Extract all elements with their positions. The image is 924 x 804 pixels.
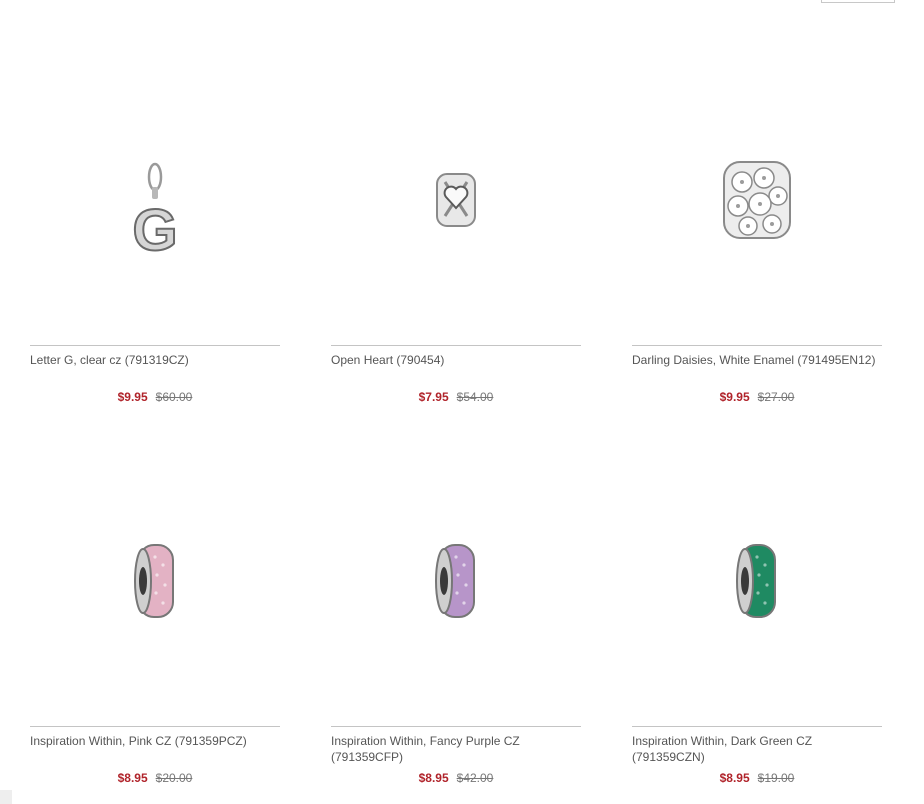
product-image-link[interactable] bbox=[331, 456, 581, 706]
product-name-link[interactable]: Open Heart (790454) bbox=[331, 352, 581, 368]
product-image-link[interactable] bbox=[632, 74, 882, 324]
product-name-link[interactable]: Darling Daisies, White Enamel (791495EN1… bbox=[632, 352, 882, 368]
price-row: $8.95 $42.00 bbox=[331, 771, 581, 785]
sale-price: $8.95 bbox=[117, 771, 148, 785]
sale-price: $8.95 bbox=[418, 771, 449, 785]
card-divider bbox=[30, 726, 280, 727]
price-row: $9.95 $27.00 bbox=[632, 390, 882, 404]
open-heart-charm-icon bbox=[436, 173, 476, 227]
card-divider bbox=[331, 345, 581, 346]
product-name-link[interactable]: Inspiration Within, Dark Green CZ (79135… bbox=[632, 733, 882, 765]
product-image-link[interactable]: G bbox=[30, 74, 280, 324]
price-row: $7.95 $54.00 bbox=[331, 390, 581, 404]
product-image-link[interactable] bbox=[30, 456, 280, 706]
product-image-link[interactable] bbox=[632, 456, 882, 706]
sort-dropdown[interactable] bbox=[821, 0, 895, 3]
pink-pave-spacer-icon bbox=[134, 544, 174, 618]
daisy-spacer-charm-icon bbox=[723, 161, 791, 239]
scroll-edge bbox=[0, 790, 12, 804]
product-name-link[interactable]: Inspiration Within, Pink CZ (791359PCZ) bbox=[30, 733, 280, 749]
sale-price: $8.95 bbox=[719, 771, 750, 785]
original-price: $20.00 bbox=[155, 771, 193, 785]
sale-price: $9.95 bbox=[719, 390, 750, 404]
price-row: $8.95 $19.00 bbox=[632, 771, 882, 785]
card-divider bbox=[632, 726, 882, 727]
price-row: $9.95 $60.00 bbox=[30, 390, 280, 404]
price-row: $8.95 $20.00 bbox=[30, 771, 280, 785]
original-price: $54.00 bbox=[456, 390, 494, 404]
sale-price: $7.95 bbox=[418, 390, 449, 404]
product-image-link[interactable] bbox=[331, 74, 581, 324]
svg-text:G: G bbox=[132, 198, 177, 259]
card-divider bbox=[30, 345, 280, 346]
product-name-link[interactable]: Inspiration Within, Fancy Purple CZ (791… bbox=[331, 733, 581, 765]
product-name-link[interactable]: Letter G, clear cz (791319CZ) bbox=[30, 352, 280, 368]
purple-pave-spacer-icon bbox=[435, 544, 475, 618]
original-price: $42.00 bbox=[456, 771, 494, 785]
letter-g-pendant-icon: G bbox=[131, 162, 179, 259]
product-grid-page: G Letter G, clear cz (791319CZ) $9.95 $60… bbox=[0, 0, 924, 804]
card-divider bbox=[632, 345, 882, 346]
sale-price: $9.95 bbox=[117, 390, 148, 404]
original-price: $60.00 bbox=[155, 390, 193, 404]
green-pave-spacer-icon bbox=[736, 544, 776, 618]
original-price: $19.00 bbox=[757, 771, 795, 785]
original-price: $27.00 bbox=[757, 390, 795, 404]
card-divider bbox=[331, 726, 581, 727]
